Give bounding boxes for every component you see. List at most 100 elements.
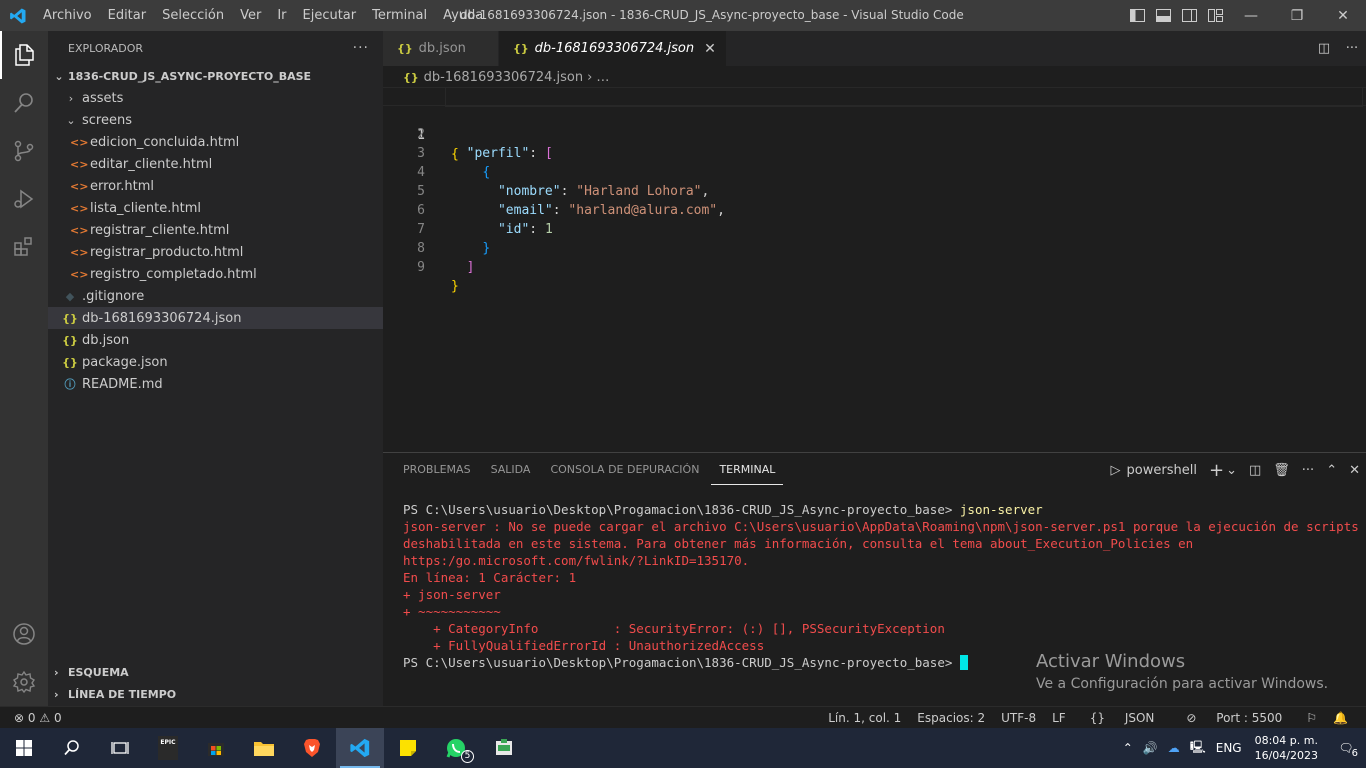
file-item[interactable]: <> error.html bbox=[48, 175, 383, 197]
vscode-taskbar-icon[interactable] bbox=[336, 728, 384, 768]
windows-start-icon[interactable] bbox=[0, 728, 48, 768]
file-item[interactable]: {} package.json bbox=[48, 351, 383, 373]
folder-label: assets bbox=[82, 90, 124, 106]
action-center-icon[interactable]: 🗨 6 bbox=[1326, 741, 1366, 759]
json-file-icon: {} bbox=[513, 42, 529, 55]
sticky-notes-icon[interactable] bbox=[384, 728, 432, 768]
terminal-command: json-server bbox=[959, 502, 1043, 517]
tab-db-1681693306724-json[interactable]: {} db-1681693306724.json ✕ bbox=[499, 31, 727, 66]
close-tab-icon[interactable]: ✕ bbox=[704, 41, 716, 57]
panel-more-icon[interactable]: ··· bbox=[1296, 463, 1320, 478]
editor-more-icon[interactable]: ··· bbox=[1338, 41, 1366, 56]
file-item[interactable]: <> registrar_producto.html bbox=[48, 241, 383, 263]
whatsapp-icon[interactable]: 5 bbox=[432, 728, 480, 768]
file-item[interactable]: {} db.json bbox=[48, 329, 383, 351]
source-control-icon[interactable] bbox=[0, 127, 48, 175]
maximize-panel-icon[interactable]: ⌃ bbox=[1320, 463, 1343, 478]
tab-consola-depuracion[interactable]: CONSOLA DE DEPURACIÓN bbox=[542, 453, 707, 487]
toggle-primary-sidebar-icon[interactable] bbox=[1124, 0, 1150, 31]
code-text: ] bbox=[466, 260, 475, 275]
chevron-right-icon: › bbox=[54, 665, 59, 679]
task-view-icon[interactable] bbox=[96, 728, 144, 768]
network-icon[interactable]: 🖳 bbox=[1185, 738, 1211, 759]
menu-ver[interactable]: Ver bbox=[232, 0, 269, 31]
project-root-label: 1836-CRUD_JS_ASYNC-PROYECTO_BASE bbox=[68, 69, 312, 83]
tab-problemas[interactable]: PROBLEMAS bbox=[395, 453, 479, 487]
taskbar-search-icon[interactable] bbox=[48, 728, 96, 768]
menu-ejecutar[interactable]: Ejecutar bbox=[295, 0, 365, 31]
volume-icon[interactable]: 🔊 bbox=[1138, 741, 1163, 755]
show-hidden-icons-chevron-up-icon[interactable]: ⌃ bbox=[1118, 741, 1138, 755]
new-terminal-icon[interactable]: + bbox=[1203, 460, 1224, 481]
file-item[interactable]: <> lista_cliente.html bbox=[48, 197, 383, 219]
problems-status[interactable]: ⊗ 0 ⚠ 0 bbox=[14, 707, 62, 729]
settings-gear-icon[interactable] bbox=[0, 658, 48, 706]
split-editor-icon[interactable]: ◫ bbox=[1310, 41, 1338, 56]
code-line: 3 { bbox=[383, 125, 1366, 180]
minimize-icon[interactable]: — bbox=[1228, 0, 1274, 31]
encoding[interactable]: UTF-8 bbox=[993, 711, 1044, 725]
tab-salida[interactable]: SALIDA bbox=[483, 453, 539, 487]
code-editor[interactable]: 1 { 2 "perfil": [ 3 { 4 "nombre": "Harla… bbox=[383, 87, 1366, 450]
menu-ir[interactable]: Ir bbox=[269, 0, 294, 31]
outline-section[interactable]: › ESQUEMA bbox=[48, 661, 383, 683]
file-item[interactable]: <> edicion_concluida.html bbox=[48, 131, 383, 153]
input-language[interactable]: ENG bbox=[1211, 741, 1247, 755]
file-explorer-icon[interactable] bbox=[240, 728, 288, 768]
accounts-icon[interactable] bbox=[0, 610, 48, 658]
epic-games-icon[interactable]: EPIC bbox=[144, 728, 192, 768]
folder-assets[interactable]: › assets bbox=[48, 87, 383, 109]
breadcrumb-more[interactable]: … bbox=[596, 70, 609, 85]
terminal-shell-name[interactable]: powershell bbox=[1127, 463, 1203, 478]
restore-icon[interactable]: ❐ bbox=[1274, 0, 1320, 31]
run-debug-icon[interactable] bbox=[0, 175, 48, 223]
file-item[interactable]: <> registro_completado.html bbox=[48, 263, 383, 285]
end-of-line[interactable]: LF bbox=[1044, 711, 1074, 725]
toggle-panel-icon[interactable] bbox=[1150, 0, 1176, 31]
close-panel-icon[interactable]: ✕ bbox=[1343, 463, 1366, 478]
tab-db-json[interactable]: {} db.json bbox=[383, 31, 499, 66]
microsoft-store-icon[interactable] bbox=[192, 728, 240, 768]
more-actions-icon[interactable]: ··· bbox=[353, 40, 369, 56]
pass-manager-icon[interactable] bbox=[480, 728, 528, 768]
clock[interactable]: 08:04 p. m. 16/04/2023 bbox=[1247, 733, 1326, 763]
trash-icon[interactable]: 🗑 bbox=[1267, 463, 1296, 478]
search-icon[interactable] bbox=[0, 79, 48, 127]
file-item[interactable]: <> registrar_cliente.html bbox=[48, 219, 383, 241]
live-server-port[interactable]: ⊘ Port : 5500 bbox=[1170, 711, 1298, 725]
timeline-section[interactable]: › LÍNEA DE TIEMPO bbox=[48, 683, 383, 705]
outline-label: ESQUEMA bbox=[68, 665, 129, 679]
project-root-folder[interactable]: ⌄ 1836-CRUD_JS_ASYNC-PROYECTO_BASE bbox=[48, 65, 383, 87]
file-item-selected[interactable]: {} db-1681693306724.json bbox=[48, 307, 383, 329]
menu-seleccion[interactable]: Selección bbox=[154, 0, 232, 31]
brave-browser-icon[interactable] bbox=[288, 728, 336, 768]
chevron-down-icon[interactable]: ⌄ bbox=[1224, 463, 1243, 478]
customize-layout-icon[interactable] bbox=[1202, 0, 1228, 31]
file-item[interactable]: ◆ .gitignore bbox=[48, 285, 383, 307]
menu-terminal[interactable]: Terminal bbox=[364, 0, 435, 31]
notifications-bell-icon[interactable]: 🔔 bbox=[1325, 711, 1356, 725]
cursor-position[interactable]: Lín. 1, col. 1 bbox=[820, 711, 909, 725]
folder-screens[interactable]: ⌄ screens bbox=[48, 109, 383, 131]
tab-terminal[interactable]: TERMINAL bbox=[711, 456, 784, 485]
menu-archivo[interactable]: Archivo bbox=[35, 0, 100, 31]
breadcrumb-file[interactable]: db-1681693306724.json bbox=[424, 70, 583, 85]
file-item[interactable]: <> editar_cliente.html bbox=[48, 153, 383, 175]
toggle-secondary-sidebar-icon[interactable] bbox=[1176, 0, 1202, 31]
indentation[interactable]: Espacios: 2 bbox=[909, 711, 993, 725]
explorer-icon[interactable] bbox=[0, 31, 48, 79]
extensions-icon[interactable] bbox=[0, 223, 48, 271]
onedrive-cloud-icon[interactable]: ☁ bbox=[1163, 741, 1185, 755]
html-file-icon: <> bbox=[70, 201, 89, 215]
json-file-icon: {} bbox=[62, 311, 78, 325]
close-window-icon[interactable]: ✕ bbox=[1320, 0, 1366, 31]
terminal-error-line: En línea: 1 Carácter: 1 bbox=[403, 570, 577, 585]
language-mode[interactable]: {} JSON bbox=[1074, 711, 1171, 725]
system-tray: ⌃ 🔊 ☁ 🖳 ENG 08:04 p. m. 16/04/2023 🗨 6 bbox=[1118, 728, 1366, 768]
split-terminal-icon[interactable]: ◫ bbox=[1243, 463, 1267, 478]
feedback-icon[interactable]: ⚐ bbox=[1298, 711, 1325, 725]
git-file-icon: ◆ bbox=[65, 289, 75, 303]
file-item[interactable]: ⓘ README.md bbox=[48, 373, 383, 395]
file-label: package.json bbox=[82, 354, 168, 370]
menu-editar[interactable]: Editar bbox=[100, 0, 155, 31]
